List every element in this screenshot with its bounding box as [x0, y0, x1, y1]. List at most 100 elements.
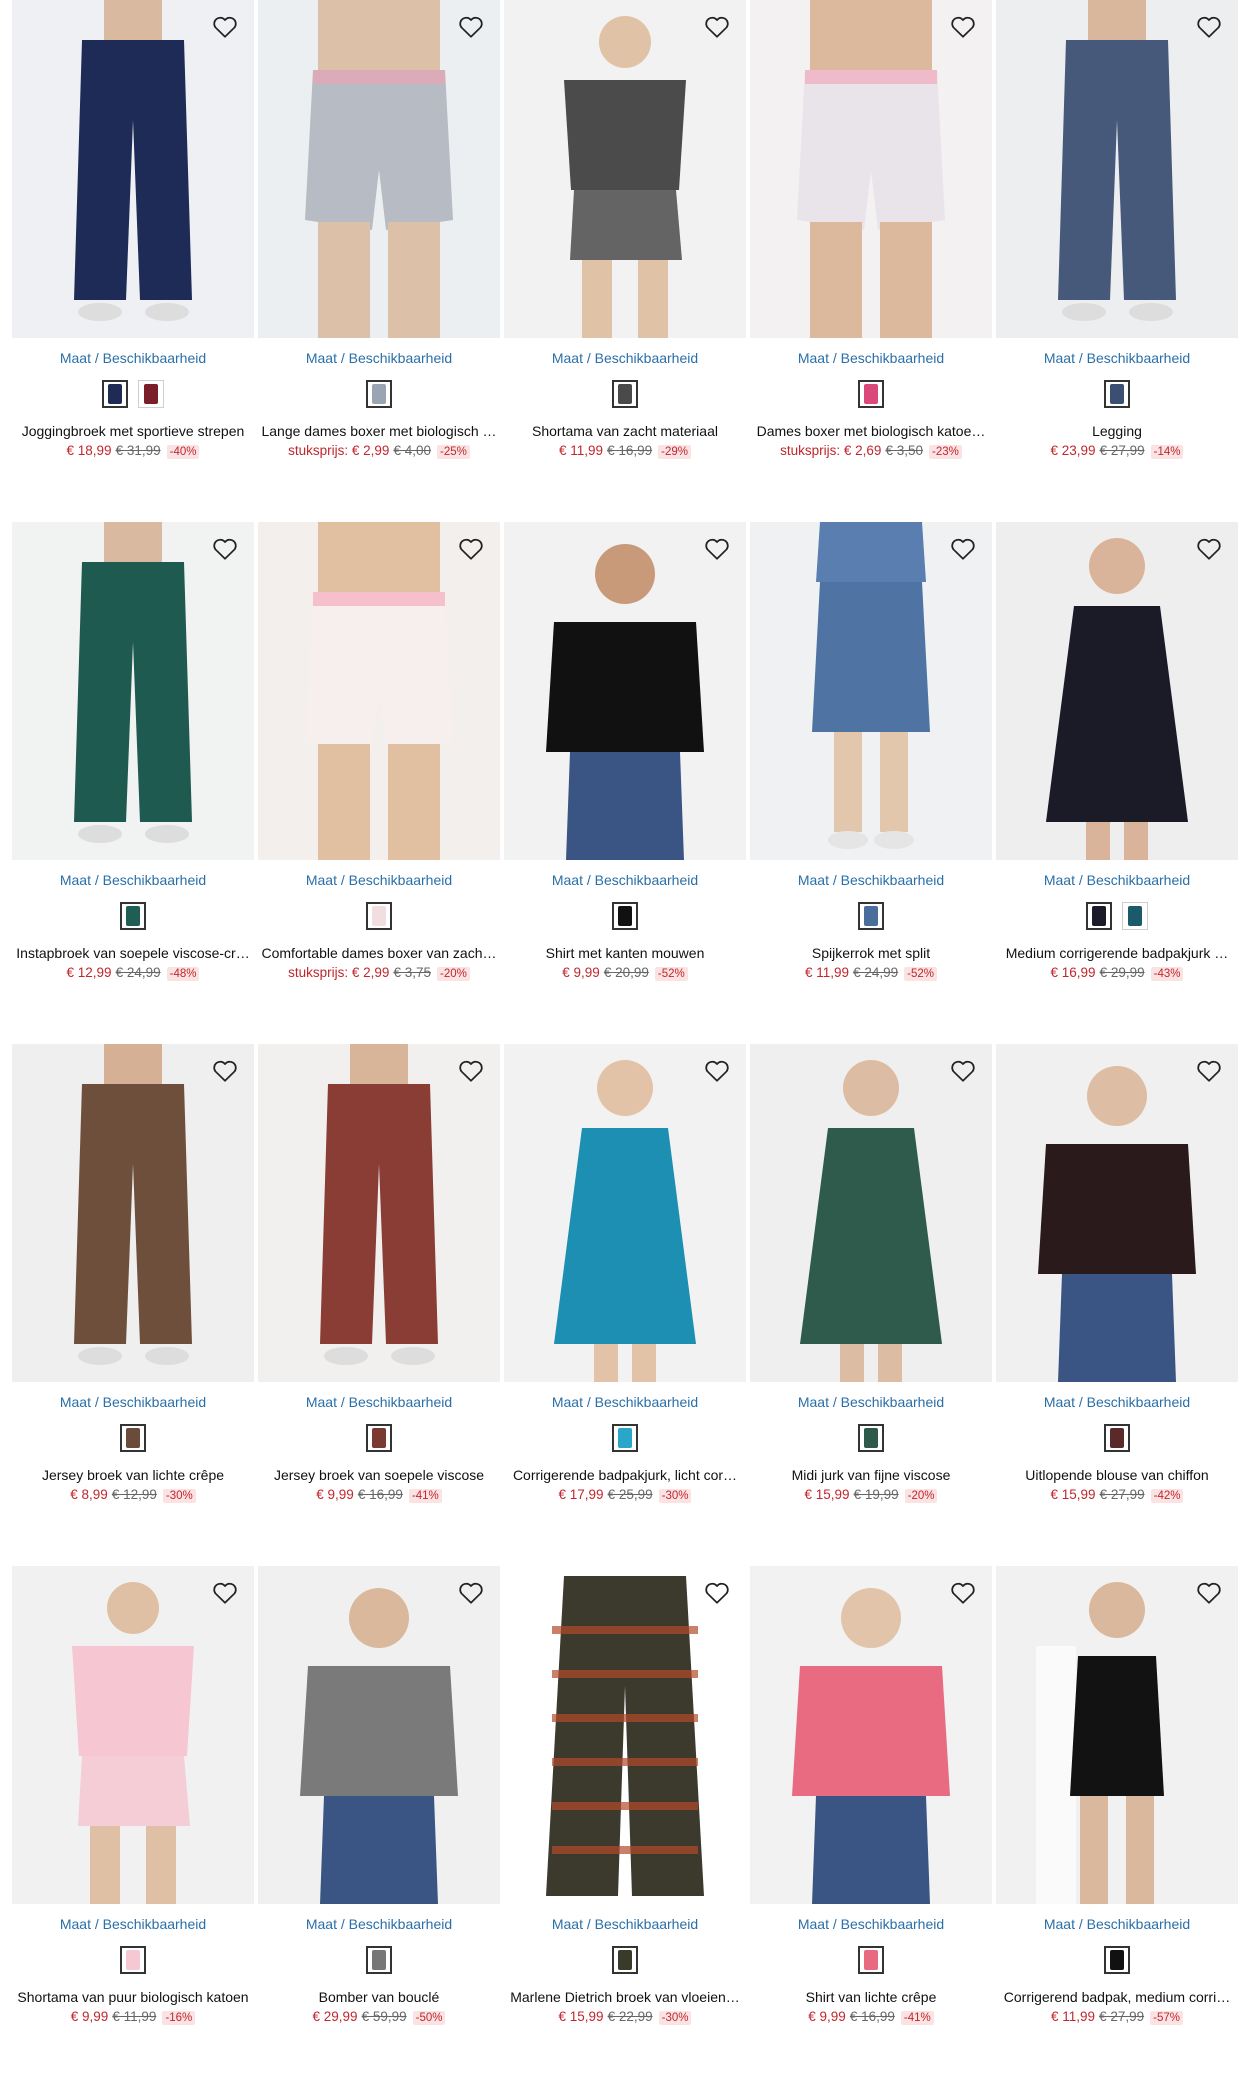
product-image[interactable]: [750, 522, 992, 860]
product-card[interactable]: Maat / Beschikbaarheid Marlene Dietrich b…: [504, 1566, 746, 2088]
color-swatch[interactable]: [138, 380, 164, 408]
wishlist-heart-icon[interactable]: [1192, 1576, 1226, 1610]
wishlist-heart-icon[interactable]: [700, 1054, 734, 1088]
wishlist-heart-icon[interactable]: [1192, 1054, 1226, 1088]
product-title[interactable]: Jersey broek van lichte crêpe: [12, 1467, 254, 1483]
product-image[interactable]: [12, 1044, 254, 1382]
product-image[interactable]: [12, 522, 254, 860]
product-card[interactable]: Maat / Beschikbaarheid Legging € 23,99 € 27…: [996, 0, 1238, 522]
product-card[interactable]: Maat / Beschikbaarheid Bomber van bouclé €…: [258, 1566, 500, 2088]
product-photo[interactable]: [12, 522, 254, 860]
wishlist-heart-icon[interactable]: [946, 1054, 980, 1088]
size-availability-link[interactable]: Maat / Beschikbaarheid: [996, 872, 1238, 888]
product-card[interactable]: Maat / Beschikbaarheid Uitlopende blouse …: [996, 1044, 1238, 1566]
product-title[interactable]: Marlene Dietrich broek van vloeien…: [504, 1989, 746, 2005]
size-availability-link[interactable]: Maat / Beschikbaarheid: [258, 1394, 500, 1410]
color-swatch[interactable]: [1086, 902, 1112, 930]
product-card[interactable]: Maat / Beschikbaarheid Instapbroek van so…: [12, 522, 254, 1044]
product-photo[interactable]: [258, 1044, 500, 1382]
product-title[interactable]: Corrigerend badpak, medium corri…: [996, 1989, 1238, 2005]
product-card[interactable]: Maat / Beschikbaarheid Shortama van zacht…: [504, 0, 746, 522]
product-card[interactable]: Maat / Beschikbaarheid Dames boxer met bi…: [750, 0, 992, 522]
color-swatch[interactable]: [612, 1424, 638, 1452]
size-availability-link[interactable]: Maat / Beschikbaarheid: [258, 872, 500, 888]
product-card[interactable]: Maat / Beschikbaarheid Jersey broek van l…: [12, 1044, 254, 1566]
product-photo[interactable]: [750, 1044, 992, 1382]
color-swatch[interactable]: [366, 1946, 392, 1974]
product-title[interactable]: Shortama van zacht materiaal: [504, 423, 746, 439]
color-swatch[interactable]: [1104, 1946, 1130, 1974]
wishlist-heart-icon[interactable]: [1192, 10, 1226, 44]
wishlist-heart-icon[interactable]: [208, 1054, 242, 1088]
size-availability-link[interactable]: Maat / Beschikbaarheid: [750, 350, 992, 366]
product-title[interactable]: Jersey broek van soepele viscose: [258, 1467, 500, 1483]
product-title[interactable]: Legging: [996, 423, 1238, 439]
product-image[interactable]: [504, 522, 746, 860]
product-card[interactable]: Maat / Beschikbaarheid Corrigerend badpak…: [996, 1566, 1238, 2088]
product-photo[interactable]: [258, 522, 500, 860]
product-photo[interactable]: [258, 0, 500, 338]
size-availability-link[interactable]: Maat / Beschikbaarheid: [504, 1916, 746, 1932]
color-swatch[interactable]: [120, 902, 146, 930]
product-photo[interactable]: [750, 0, 992, 338]
product-photo[interactable]: [996, 0, 1238, 338]
size-availability-link[interactable]: Maat / Beschikbaarheid: [12, 350, 254, 366]
size-availability-link[interactable]: Maat / Beschikbaarheid: [996, 1394, 1238, 1410]
product-photo[interactable]: [996, 522, 1238, 860]
product-title[interactable]: Joggingbroek met sportieve strepen: [12, 423, 254, 439]
product-title[interactable]: Bomber van bouclé: [258, 1989, 500, 2005]
wishlist-heart-icon[interactable]: [946, 532, 980, 566]
wishlist-heart-icon[interactable]: [454, 532, 488, 566]
color-swatch[interactable]: [120, 1946, 146, 1974]
product-title[interactable]: Midi jurk van fijne viscose: [750, 1467, 992, 1483]
product-title[interactable]: Shortama van puur biologisch katoen: [12, 1989, 254, 2005]
product-photo[interactable]: [504, 522, 746, 860]
product-title[interactable]: Shirt met kanten mouwen: [504, 945, 746, 961]
product-photo[interactable]: [12, 0, 254, 338]
product-title[interactable]: Shirt van lichte crêpe: [750, 1989, 992, 2005]
size-availability-link[interactable]: Maat / Beschikbaarheid: [996, 350, 1238, 366]
product-image[interactable]: [996, 1044, 1238, 1382]
size-availability-link[interactable]: Maat / Beschikbaarheid: [12, 1916, 254, 1932]
color-swatch[interactable]: [120, 1424, 146, 1452]
size-availability-link[interactable]: Maat / Beschikbaarheid: [996, 1916, 1238, 1932]
product-image[interactable]: [258, 0, 500, 338]
product-image[interactable]: [750, 1566, 992, 1904]
color-swatch[interactable]: [366, 902, 392, 930]
product-image[interactable]: [750, 0, 992, 338]
wishlist-heart-icon[interactable]: [208, 10, 242, 44]
color-swatch[interactable]: [612, 1946, 638, 1974]
size-availability-link[interactable]: Maat / Beschikbaarheid: [12, 1394, 254, 1410]
color-swatch[interactable]: [366, 380, 392, 408]
color-swatch[interactable]: [366, 1424, 392, 1452]
product-photo[interactable]: [258, 1566, 500, 1904]
color-swatch[interactable]: [858, 380, 884, 408]
color-swatch[interactable]: [612, 902, 638, 930]
size-availability-link[interactable]: Maat / Beschikbaarheid: [258, 350, 500, 366]
size-availability-link[interactable]: Maat / Beschikbaarheid: [504, 872, 746, 888]
color-swatch[interactable]: [1122, 902, 1148, 930]
wishlist-heart-icon[interactable]: [454, 1054, 488, 1088]
product-title[interactable]: Uitlopende blouse van chiffon: [996, 1467, 1238, 1483]
product-image[interactable]: [12, 0, 254, 338]
product-image[interactable]: [12, 1566, 254, 1904]
product-card[interactable]: Maat / Beschikbaarheid Joggingbroek met s…: [12, 0, 254, 522]
wishlist-heart-icon[interactable]: [1192, 532, 1226, 566]
product-card[interactable]: Maat / Beschikbaarheid Midi jurk van fijn…: [750, 1044, 992, 1566]
product-photo[interactable]: [996, 1044, 1238, 1382]
wishlist-heart-icon[interactable]: [208, 1576, 242, 1610]
size-availability-link[interactable]: Maat / Beschikbaarheid: [750, 872, 992, 888]
product-title[interactable]: Instapbroek van soepele viscose-cr…: [12, 945, 254, 961]
product-title[interactable]: Corrigerende badpakjurk, licht cor…: [504, 1467, 746, 1483]
product-title[interactable]: Dames boxer met biologisch katoe…: [750, 423, 992, 439]
product-card[interactable]: Maat / Beschikbaarheid Shirt van lichte c…: [750, 1566, 992, 2088]
product-photo[interactable]: [750, 522, 992, 860]
color-swatch[interactable]: [858, 1424, 884, 1452]
wishlist-heart-icon[interactable]: [700, 1576, 734, 1610]
color-swatch[interactable]: [1104, 380, 1130, 408]
product-photo[interactable]: [750, 1566, 992, 1904]
wishlist-heart-icon[interactable]: [454, 1576, 488, 1610]
product-photo[interactable]: [504, 0, 746, 338]
product-image[interactable]: [258, 522, 500, 860]
product-image[interactable]: [258, 1044, 500, 1382]
